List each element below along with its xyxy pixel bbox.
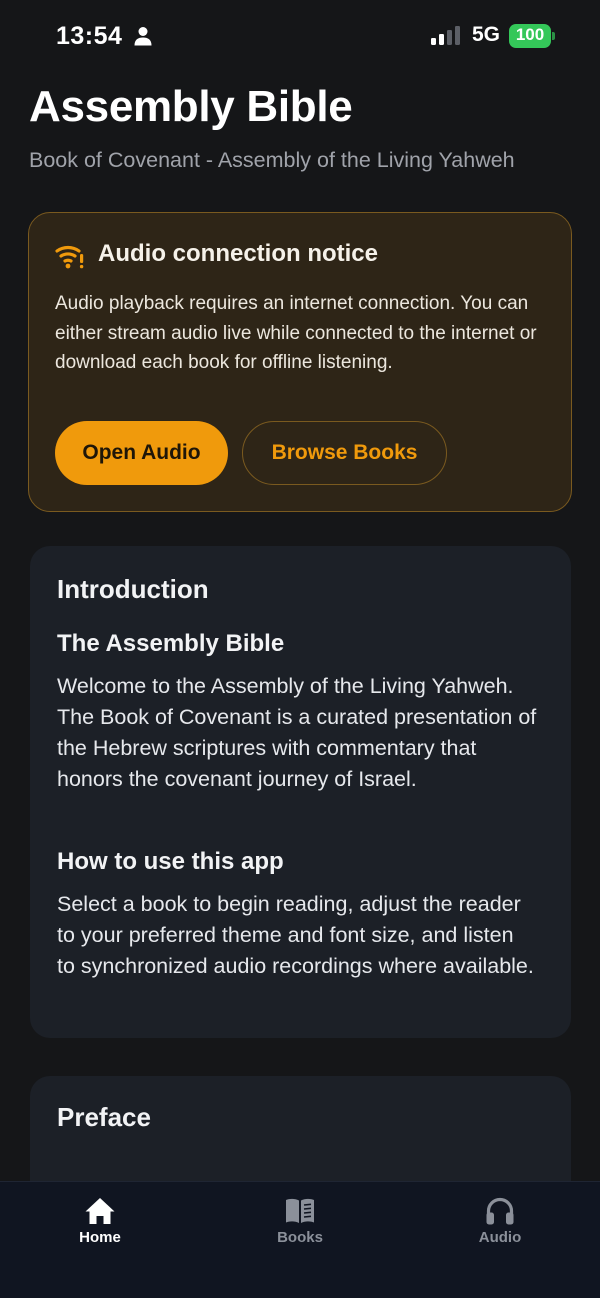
- home-screen: 13:54 5G 100 Assembly Bible Book of Cove…: [0, 0, 600, 1298]
- notice-body: Audio playback requires an internet conn…: [55, 293, 537, 373]
- open-audio-button[interactable]: Open Audio: [55, 421, 228, 485]
- audio-notice-card: Audio connection notice Audio playback r…: [28, 212, 572, 512]
- browse-books-button[interactable]: Browse Books: [242, 421, 447, 485]
- tab-home[interactable]: Home: [30, 1182, 170, 1262]
- network-label: 5G: [472, 23, 501, 46]
- tab-audio-label: Audio: [478, 1229, 522, 1246]
- tab-books[interactable]: Books: [230, 1182, 370, 1262]
- assembly-bible-text: Welcome to the Assembly of the Living Ya…: [57, 674, 537, 791]
- notice-title: Audio connection notice: [98, 240, 378, 267]
- preface-heading: Preface: [57, 1102, 151, 1132]
- introduction-heading: Introduction: [57, 574, 209, 604]
- person-icon: [134, 27, 152, 46]
- page-subtitle: Book of Covenant - Assembly of the Livin…: [29, 148, 515, 172]
- signal-icon: [431, 26, 460, 45]
- status-bar: 13:54 5G 100: [0, 0, 600, 72]
- how-to-use-text: Select a book to begin reading, adjust t…: [57, 892, 534, 978]
- how-to-use-heading: How to use this app: [57, 848, 284, 875]
- tab-audio[interactable]: Audio: [430, 1182, 570, 1262]
- page-title: Assembly Bible: [29, 82, 353, 131]
- headphones-icon: [486, 1197, 514, 1225]
- tab-home-label: Home: [79, 1229, 121, 1246]
- status-time: 13:54: [56, 22, 123, 50]
- wifi-warning-icon: [55, 245, 84, 269]
- home-icon: [85, 1198, 115, 1224]
- tab-books-label: Books: [277, 1229, 323, 1246]
- battery-icon: 100: [509, 24, 555, 48]
- bottom-tab-bar: Home Books Audio: [0, 1181, 600, 1298]
- battery-level: 100: [515, 25, 545, 44]
- book-icon: [286, 1198, 314, 1223]
- assembly-bible-heading: The Assembly Bible: [57, 630, 285, 657]
- introduction-card: Introduction The Assembly Bible Welcome …: [30, 546, 571, 1038]
